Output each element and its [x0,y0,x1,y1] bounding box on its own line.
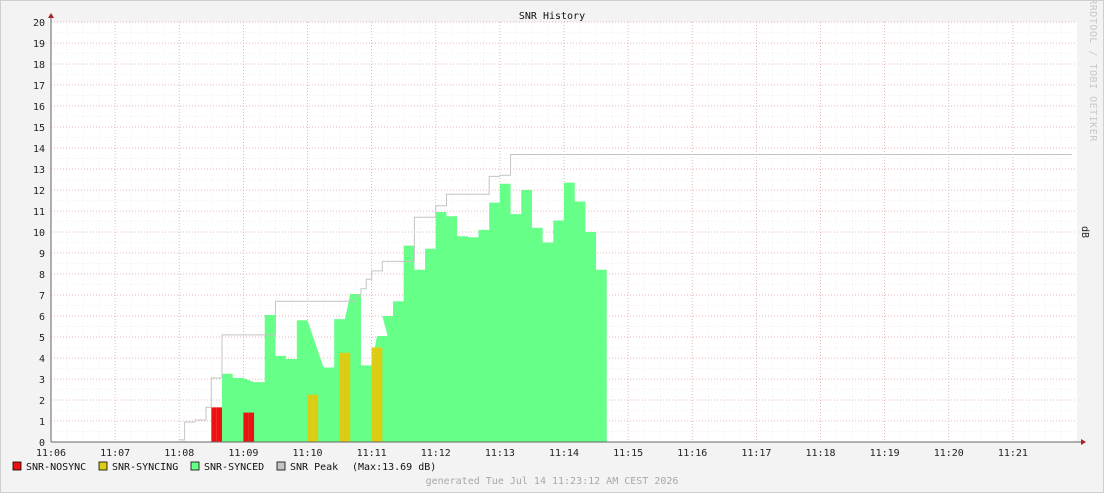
legend-label-synced: SNR-SYNCED [204,462,264,473]
y-tick-label: 2 [39,396,45,407]
legend-item-synced: SNR-SYNCED [190,461,264,473]
legend-label-syncing: SNR-SYNCING [112,462,178,473]
legend-label-peak: SNR Peak [290,462,338,473]
legend: SNR-NOSYNC SNR-SYNCING SNR-SYNCED SNR Pe… [12,461,436,473]
legend-swatch-peak [276,461,286,471]
x-tick-label: 11:19 [870,448,900,459]
y-tick-label: 9 [39,249,45,260]
y-tick-label: 11 [33,207,45,218]
x-tick-label: 11:18 [805,448,835,459]
legend-swatch-nosync [12,461,22,471]
legend-item-syncing: SNR-SYNCING [98,461,178,473]
syncing-bar [376,347,383,442]
x-tick-label: 11:07 [100,448,130,459]
legend-item-peak: SNR Peak (Max:13.69 dB) [276,461,436,473]
x-tick-label: 11:14 [549,448,579,459]
x-tick-label: 11:20 [934,448,964,459]
syncing-bar [344,352,351,442]
legend-swatch-syncing [98,461,108,471]
snr-history-chart: SNR History 0123456789101112131415161718… [12,0,1098,487]
legend-swatch-synced [190,461,200,471]
y-tick-label: 14 [33,144,45,155]
syncing-bar [371,347,377,442]
nosync-bar [211,407,217,442]
syncing-bar [312,394,319,442]
legend-label-nosync: SNR-NOSYNC [26,462,86,473]
y-tick-label: 7 [39,291,45,302]
y-tick-label: 20 [33,18,45,29]
y-tick-label: 6 [39,312,45,323]
y-tick-label: 16 [33,102,45,113]
x-tick-label: 11:15 [613,448,643,459]
chart-title: SNR History [519,11,585,22]
x-tick-label: 11:09 [228,448,258,459]
y-tick-label: 4 [39,354,45,365]
legend-peak-max: (Max:13.69 dB) [352,462,436,473]
y-tick-label: 8 [39,270,45,281]
nosync-bar [216,407,222,442]
y-tick-label: 15 [33,123,45,134]
y-axis-arrow [48,13,54,18]
y-tick-label: 3 [39,375,45,386]
x-tick-labels: 11:06 11:07 11:08 11:09 11:10 11:11 11:12 11:13… [36,448,1028,459]
y-tick-label: 12 [33,186,45,197]
x-tick-label: 11:16 [677,448,707,459]
y-tick-label: 13 [33,165,45,176]
x-tick-label: 11:08 [164,448,194,459]
y-tick-label: 10 [33,228,45,239]
legend-item-nosync: SNR-NOSYNC [12,461,86,473]
x-tick-label: 11:11 [357,448,387,459]
y-tick-label: 18 [33,60,45,71]
x-tick-label: 11:17 [741,448,771,459]
x-axis-arrow [1081,439,1086,445]
x-tick-label: 11:13 [485,448,515,459]
x-tick-label: 11:10 [292,448,322,459]
y-tick-labels: 01234567891011121314151617181920 [33,18,45,449]
rrdtool-watermark: RRDTOOL / TOBI OETIKER [1087,0,1098,142]
nosync-bar [248,412,255,442]
x-tick-label: 11:06 [36,448,66,459]
syncing-bar [339,352,345,442]
x-tick-label: 11:12 [421,448,451,459]
y-tick-label: 5 [39,333,45,344]
nosync-bar [243,412,249,442]
y-tick-label: 17 [33,81,45,92]
generated-footer: generated Tue Jul 14 11:23:12 AM CEST 20… [426,476,679,487]
y-tick-label: 1 [39,417,45,428]
x-tick-label: 11:21 [998,448,1028,459]
y-tick-label: 19 [33,39,45,50]
y-axis-label: dB [1079,226,1090,238]
syncing-bar [307,394,313,442]
